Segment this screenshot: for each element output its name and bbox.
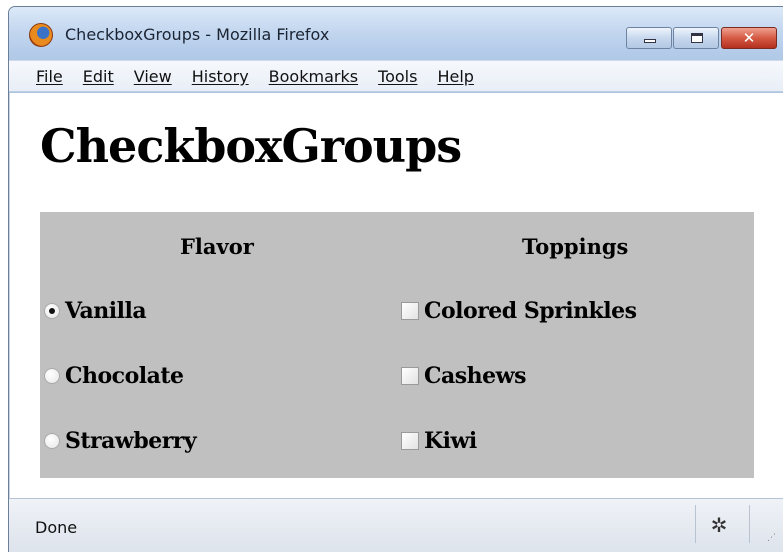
topping-option-cashews[interactable]: Cashews bbox=[401, 363, 526, 389]
status-divider bbox=[695, 505, 696, 543]
resize-grip-icon[interactable]: ⋰ bbox=[767, 533, 776, 543]
menu-tools[interactable]: Tools bbox=[378, 67, 417, 86]
minimize-button[interactable] bbox=[626, 27, 672, 49]
status-bar: Done ✲ ⋰ bbox=[9, 498, 783, 552]
flavor-option-strawberry[interactable]: Strawberry bbox=[44, 428, 197, 454]
option-label: Colored Sprinkles bbox=[424, 298, 637, 324]
checkbox-cashews[interactable] bbox=[401, 367, 419, 385]
maximize-icon bbox=[691, 33, 703, 43]
toppings-header: Toppings bbox=[522, 234, 629, 259]
menu-edit[interactable]: Edit bbox=[83, 67, 114, 86]
menu-bookmarks[interactable]: Bookmarks bbox=[269, 67, 358, 86]
option-label: Kiwi bbox=[424, 428, 477, 454]
radio-vanilla[interactable] bbox=[44, 303, 60, 319]
browser-window: CheckboxGroups - Mozilla Firefox ✕ File … bbox=[8, 6, 783, 552]
menu-bar: File Edit View History Bookmarks Tools H… bbox=[9, 60, 783, 92]
window-title: CheckboxGroups - Mozilla Firefox bbox=[65, 25, 330, 44]
flavor-option-chocolate[interactable]: Chocolate bbox=[44, 363, 184, 389]
maximize-button[interactable] bbox=[673, 27, 719, 49]
flavor-header: Flavor bbox=[180, 234, 254, 259]
close-icon: ✕ bbox=[742, 29, 756, 47]
options-panel: Flavor Toppings Vanilla Chocolate Strawb… bbox=[40, 212, 754, 478]
page-content: CheckboxGroups Flavor Toppings Vanilla C… bbox=[9, 93, 783, 498]
radio-chocolate[interactable] bbox=[44, 368, 60, 384]
menu-history[interactable]: History bbox=[192, 67, 249, 86]
bug-icon[interactable]: ✲ bbox=[706, 513, 732, 537]
firefox-icon bbox=[29, 23, 53, 47]
page-title: CheckboxGroups bbox=[40, 119, 462, 173]
menu-file[interactable]: File bbox=[36, 67, 63, 86]
checkbox-colored-sprinkles[interactable] bbox=[401, 302, 419, 320]
option-label: Chocolate bbox=[65, 363, 184, 389]
close-button[interactable]: ✕ bbox=[721, 27, 777, 49]
menu-help[interactable]: Help bbox=[437, 67, 473, 86]
status-divider bbox=[749, 505, 750, 543]
flavor-option-vanilla[interactable]: Vanilla bbox=[44, 298, 147, 324]
title-bar[interactable]: CheckboxGroups - Mozilla Firefox ✕ bbox=[9, 7, 783, 53]
topping-option-kiwi[interactable]: Kiwi bbox=[401, 428, 477, 454]
checkbox-kiwi[interactable] bbox=[401, 432, 419, 450]
option-label: Vanilla bbox=[65, 298, 147, 324]
minimize-icon bbox=[644, 39, 656, 43]
radio-strawberry[interactable] bbox=[44, 433, 60, 449]
option-label: Cashews bbox=[424, 363, 526, 389]
option-label: Strawberry bbox=[65, 428, 197, 454]
topping-option-colored-sprinkles[interactable]: Colored Sprinkles bbox=[401, 298, 637, 324]
status-text: Done bbox=[35, 518, 78, 537]
menu-view[interactable]: View bbox=[134, 67, 172, 86]
